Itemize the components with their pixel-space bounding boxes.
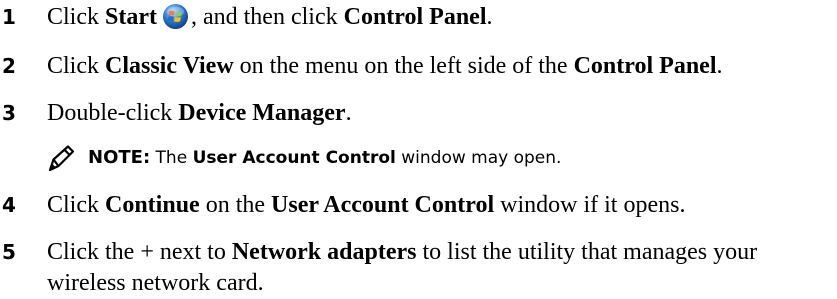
step-term-control-panel: Control Panel [343, 4, 487, 30]
step-number: 5 [2, 240, 16, 264]
step-text-part: Click [47, 192, 105, 218]
step-text-part: Click the + next to [47, 239, 232, 265]
note-term-user-account-control: User Account Control [192, 148, 396, 168]
step-text-part: . [716, 53, 723, 79]
step-number: 3 [2, 101, 16, 125]
step-term-continue: Continue [105, 192, 200, 218]
step-text-part: Double-click [47, 100, 179, 126]
pencil-note-icon [48, 145, 75, 171]
step-text-part: . [486, 4, 493, 30]
step-number: 2 [2, 54, 16, 78]
step-term-classic-view: Classic View [105, 53, 234, 79]
windows-start-orb-icon [162, 3, 189, 30]
note-label: NOTE: [88, 147, 151, 168]
note-box: NOTE: The User Account Control window ma… [47, 143, 827, 173]
step-term-device-manager: Device Manager [178, 100, 346, 126]
step-term-network-adapters: Network adapters [231, 239, 417, 265]
step-text-part: on the menu on the left side of the [233, 53, 574, 79]
step-text-part: Click [47, 53, 105, 79]
step-text-part: on the [199, 192, 272, 218]
step-text-part: , and then click [190, 4, 344, 30]
step-number: 4 [2, 193, 16, 217]
step-text: Click Continue on the User Account Contr… [47, 190, 831, 220]
step-term-start: Start [105, 4, 157, 30]
step-text: Click Classic View on the menu on the le… [47, 51, 831, 81]
step-term-user-account-control: User Account Control [271, 192, 495, 218]
step-number: 1 [2, 5, 16, 29]
step-text-part: . [345, 100, 352, 126]
step-text: Double-click Device Manager. [47, 98, 831, 128]
instruction-document: 1 Click Start , and then click Control P… [0, 0, 837, 296]
note-text: NOTE: The User Account Control window ma… [88, 143, 561, 173]
note-text-part: window may open. [395, 148, 562, 168]
note-text-part: The [150, 148, 193, 168]
step-term-control-panel: Control Panel [573, 53, 717, 79]
step-text: Click the + next to Network adapters to … [47, 237, 831, 299]
step-text: Click Start , and then click Control Pan… [47, 2, 831, 32]
step-text-part: Click [47, 4, 105, 30]
step-text-part: window if it opens. [494, 192, 686, 218]
